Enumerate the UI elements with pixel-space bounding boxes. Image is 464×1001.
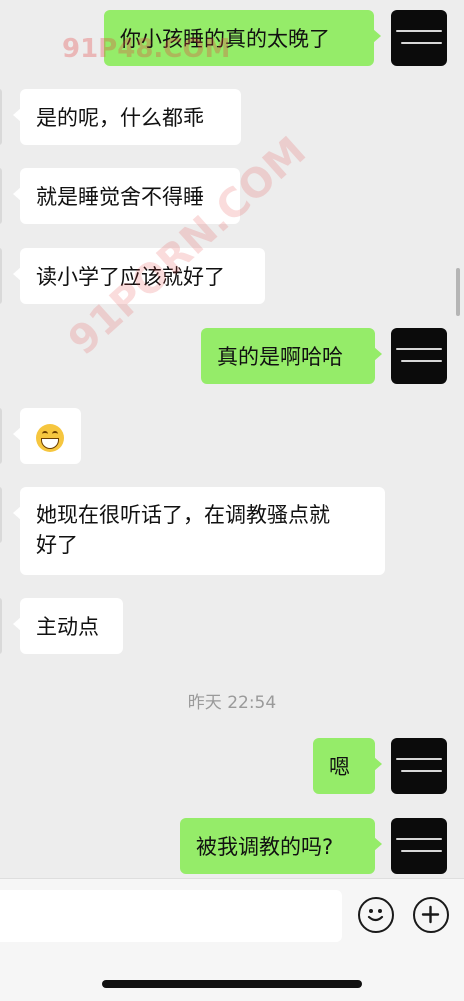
message-text-line: 她现在很听话了，在调教骚点就	[36, 503, 330, 527]
my-avatar[interactable]	[391, 10, 447, 66]
message-text: 就是睡觉舍不得睡	[36, 185, 204, 209]
timestamp: 昨天 22:54	[187, 693, 277, 713]
message-bubble-incoming[interactable]: 是的呢，什么都乖	[13, 89, 241, 145]
home-indicator[interactable]	[102, 980, 362, 988]
contact-avatar[interactable]	[0, 487, 2, 543]
grinning-face-emoji-icon	[36, 424, 64, 452]
contact-avatar[interactable]	[0, 168, 2, 224]
my-avatar[interactable]	[391, 328, 447, 384]
message-text: 是的呢，什么都乖	[36, 106, 204, 130]
scrollbar[interactable]	[456, 268, 460, 316]
message-text: 你小孩睡的真的太晚了	[120, 27, 330, 51]
my-avatar[interactable]	[391, 818, 447, 874]
message-bubble-incoming[interactable]: 她现在很听话了，在调教骚点就 好了	[13, 487, 385, 575]
message-input[interactable]	[0, 890, 342, 942]
message-text: 主动点	[36, 615, 99, 639]
my-avatar[interactable]	[391, 738, 447, 794]
contact-avatar[interactable]	[0, 598, 2, 654]
message-bubble-outgoing[interactable]: 你小孩睡的真的太晚了	[104, 10, 381, 66]
message-bubble-outgoing[interactable]: 嗯	[313, 738, 382, 794]
message-bubble-incoming[interactable]: 就是睡觉舍不得睡	[13, 168, 240, 224]
contact-avatar[interactable]	[0, 89, 2, 145]
message-text: 被我调教的吗?	[196, 835, 334, 859]
message-text: 嗯	[329, 755, 350, 779]
message-bubble-incoming[interactable]: 主动点	[13, 598, 123, 654]
message-bubble-incoming[interactable]	[13, 408, 81, 464]
chat-area: 你小孩睡的真的太晚了 是的呢，什么都乖 就是睡觉舍不得睡 读小学了应该就好了 真…	[0, 0, 464, 878]
message-bubble-incoming[interactable]: 读小学了应该就好了	[13, 248, 265, 304]
message-bubble-outgoing[interactable]: 真的是啊哈哈	[201, 328, 382, 384]
message-text: 真的是啊哈哈	[217, 345, 343, 369]
plus-circle-icon[interactable]	[413, 897, 449, 933]
contact-avatar[interactable]	[0, 248, 2, 304]
smiley-face-icon[interactable]	[358, 897, 394, 933]
contact-avatar[interactable]	[0, 408, 2, 464]
message-text-line: 好了	[36, 533, 78, 557]
message-text: 读小学了应该就好了	[36, 265, 225, 289]
message-bubble-outgoing[interactable]: 被我调教的吗?	[180, 818, 382, 874]
